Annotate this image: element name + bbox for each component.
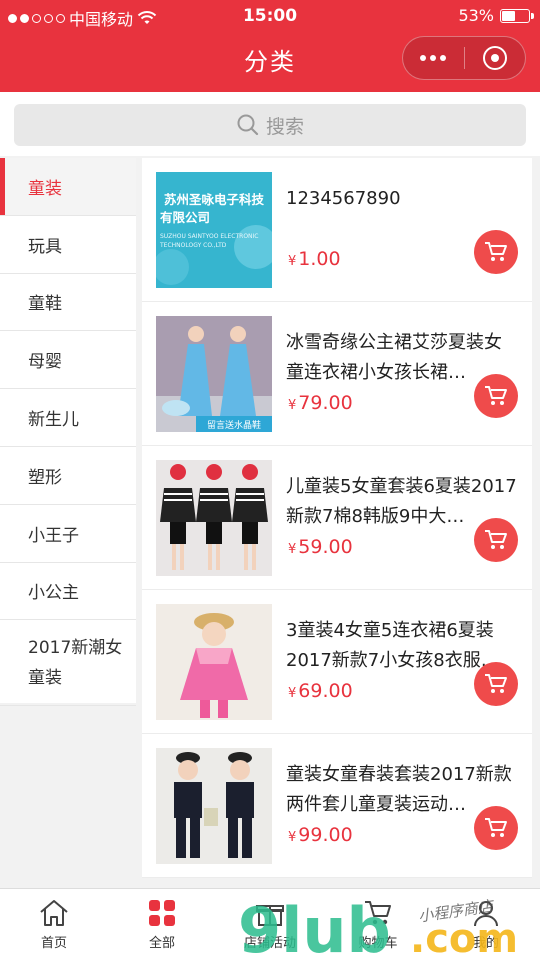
add-to-cart-button[interactable] — [474, 374, 518, 418]
more-dot-icon — [430, 55, 437, 61]
sidebar-item-mother-baby[interactable]: 母婴 — [0, 331, 136, 390]
user-icon — [474, 901, 498, 927]
price-value: 79.00 — [298, 392, 353, 414]
home-icon — [40, 900, 68, 926]
cart-icon — [485, 530, 507, 549]
currency-symbol: ¥ — [288, 542, 297, 557]
tab-mine[interactable]: 我的 — [432, 889, 540, 960]
tab-label: 店铺活动 — [243, 936, 296, 951]
currency-symbol: ¥ — [288, 830, 297, 845]
product-price: ¥79.00 — [288, 392, 353, 414]
product-list: 苏州圣咏电子科技 有限公司 SUZHOU SAINTYOO ELECTRONIC… — [142, 158, 532, 888]
sidebar-item-2017-girls[interactable]: 2017新潮女童装 — [0, 620, 136, 707]
add-to-cart-button[interactable] — [474, 806, 518, 850]
svg-text:有限公司: 有限公司 — [160, 210, 210, 225]
tab-label: 全部 — [148, 936, 175, 951]
sidebar-item-kids-shoes[interactable]: 童鞋 — [0, 274, 136, 332]
sidebar-item-label: 小王子 — [28, 525, 79, 546]
price-value: 69.00 — [298, 680, 353, 702]
battery-percent: 53% — [458, 6, 494, 25]
thumb-company-text: 苏州圣咏电子科技 — [164, 192, 265, 207]
product-image: 留言送水晶鞋 — [156, 316, 272, 432]
thumb-company-subtext: SUZHOU SAINTYOO ELECTRONIC — [160, 233, 259, 240]
tab-all[interactable]: 全部 — [108, 889, 216, 960]
product-item[interactable]: 留言送水晶鞋 冰雪奇缘公主裙艾莎夏装女童连衣裙小女孩长裙… ¥79.00 — [142, 302, 532, 446]
sidebar-item-label: 新生儿 — [28, 410, 79, 431]
currency-symbol: ¥ — [288, 254, 297, 269]
product-item[interactable]: 苏州圣咏电子科技 有限公司 SUZHOU SAINTYOO ELECTRONIC… — [142, 158, 532, 302]
tab-label: 我的 — [472, 936, 499, 951]
search-placeholder: 搜索 — [265, 115, 304, 138]
cart-icon — [485, 674, 507, 693]
product-price: ¥69.00 — [288, 680, 353, 702]
sidebar-item-label: 童鞋 — [28, 294, 62, 315]
add-to-cart-button[interactable] — [474, 662, 518, 706]
product-item[interactable]: 儿童装5女童套装6夏装2017新款7棉8韩版9中大… ¥59.00 — [142, 446, 532, 590]
more-menu-button[interactable] — [403, 36, 464, 80]
sidebar-item-newborn[interactable]: 新生儿 — [0, 389, 136, 447]
tab-cart[interactable]: 购物车 — [324, 889, 432, 960]
cart-icon — [485, 386, 507, 405]
grid-icon — [149, 900, 175, 926]
cart-icon — [485, 242, 507, 261]
product-name: 1234567890 — [286, 188, 401, 209]
search-area: 搜索 — [0, 92, 540, 156]
product-price: ¥1.00 — [288, 248, 341, 270]
sidebar-item-label: 童装 — [28, 178, 62, 199]
sidebar-item-kids-clothing[interactable]: 童装 — [0, 158, 136, 216]
tab-home[interactable]: 首页 — [0, 889, 108, 960]
status-right: 53% — [458, 6, 534, 25]
tab-label: 购物车 — [358, 936, 398, 951]
sidebar-item-label: 母婴 — [28, 352, 62, 373]
sidebar-item-label: 小公主 — [28, 583, 79, 604]
product-item[interactable]: 3童装4女童5连衣裙6夏装2017新款7小女孩8衣服… ¥69.00 — [142, 590, 532, 734]
cart-icon — [365, 901, 391, 925]
search-input[interactable]: 搜索 — [14, 104, 526, 146]
tab-label: 首页 — [40, 936, 67, 951]
target-icon — [482, 46, 507, 70]
currency-symbol: ¥ — [288, 686, 297, 701]
more-dot-icon — [440, 55, 447, 61]
close-mini-program-button[interactable] — [464, 36, 525, 80]
search-icon — [237, 114, 259, 136]
sidebar-item-little-princess[interactable]: 小公主 — [0, 563, 136, 621]
sidebar-item-label: 2017新潮女童装 — [28, 637, 123, 688]
status-bar: 中国移动 15:00 53% — [0, 0, 540, 32]
product-image — [156, 748, 272, 864]
svg-text:TECHNOLOGY CO.,LTD: TECHNOLOGY CO.,LTD — [159, 242, 227, 249]
sidebar-item-label: 玩具 — [28, 236, 62, 257]
battery-level — [502, 10, 516, 21]
product-item[interactable]: 童装女童春装套装2017新款两件套儿童夏装运动… ¥99.00 — [142, 734, 532, 878]
cart-icon — [485, 818, 507, 837]
sidebar-item-label: 塑形 — [28, 467, 62, 488]
category-sidebar: 童装 玩具 童鞋 母婴 新生儿 塑形 小王子 小公主 2017新潮女童装 — [0, 158, 136, 707]
top-bar: 中国移动 15:00 53% 分类 — [0, 0, 540, 92]
add-to-cart-button[interactable] — [474, 518, 518, 562]
price-value: 59.00 — [298, 536, 353, 558]
product-image — [156, 604, 272, 720]
add-to-cart-button[interactable] — [474, 230, 518, 274]
bottom-tab-bar: 首页 全部 店铺活动 购物车 我的 — [0, 888, 540, 960]
battery-icon — [500, 8, 534, 23]
product-price: ¥99.00 — [288, 824, 353, 846]
price-value: 1.00 — [298, 248, 341, 270]
more-dot-icon — [420, 55, 427, 61]
product-price: ¥59.00 — [288, 536, 353, 558]
sidebar-item-little-prince[interactable]: 小王子 — [0, 505, 136, 563]
gift-icon — [256, 905, 284, 926]
product-image — [156, 460, 272, 576]
sidebar-item-toys[interactable]: 玩具 — [0, 216, 136, 274]
thumb-banner-text: 留言送水晶鞋 — [207, 419, 261, 431]
price-value: 99.00 — [298, 824, 353, 846]
sidebar-item-shaping[interactable]: 塑形 — [0, 447, 136, 505]
product-image: 苏州圣咏电子科技 有限公司 SUZHOU SAINTYOO ELECTRONIC… — [156, 172, 272, 288]
mini-program-capsule — [402, 36, 526, 80]
tab-store-activity[interactable]: 店铺活动 — [216, 889, 324, 960]
currency-symbol: ¥ — [288, 398, 297, 413]
